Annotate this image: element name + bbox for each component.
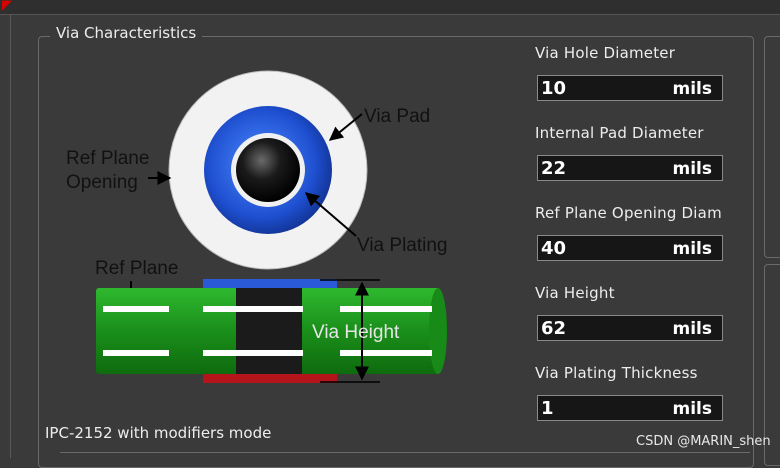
field-unit: mils [672, 239, 713, 259]
via-hole-diameter-label: Via Hole Diameter [535, 44, 676, 62]
via-hole-circle [236, 138, 300, 202]
mode-text: IPC-2152 with modifiers mode [45, 424, 272, 442]
right-panel-top-edge [764, 36, 780, 258]
via-hole-diameter-field[interactable]: 10 mils [537, 75, 723, 101]
plane-line-bottom-left [103, 350, 169, 356]
field-value: 10 [541, 78, 567, 99]
field-value: 1 [541, 398, 554, 419]
via-height-field[interactable]: 62 mils [537, 315, 723, 341]
via-height-label: Via Height [312, 322, 400, 343]
field-unit: mils [672, 399, 713, 419]
via-plating-thickness-label: Via Plating Thickness [535, 364, 698, 382]
field-value: 22 [541, 158, 567, 179]
pcb-board-end [429, 288, 447, 374]
ref-plane-opening-diam-field[interactable]: 40 mils [537, 235, 723, 261]
via-pad-label: Via Pad [364, 106, 430, 127]
bottom-plane-red [203, 374, 337, 383]
internal-pad-diameter-field[interactable]: 22 mils [537, 155, 723, 181]
top-plane-blue [203, 279, 337, 288]
ref-plane-opening-label-1: Ref Plane [66, 148, 149, 169]
internal-pad-diameter-label: Internal Pad Diameter [535, 124, 704, 142]
plane-line-top-right [340, 306, 432, 312]
plane-line-top-mid [203, 306, 303, 312]
via-height-field-label: Via Height [535, 284, 615, 302]
via-plating-label: Via Plating [357, 235, 448, 256]
bottom-divider [60, 452, 750, 453]
ref-plane-opening-diam-label: Ref Plane Opening Diam [535, 204, 722, 222]
watermark-text: CSDN @MARIN_shen [636, 434, 771, 449]
field-value: 40 [541, 238, 567, 259]
via-diagram: Via Pad Ref Plane Opening Via Plating Re… [66, 70, 448, 383]
ref-plane-opening-label-2: Opening [66, 172, 138, 193]
plane-line-top-left [103, 306, 169, 312]
ref-plane-label: Ref Plane [95, 258, 178, 279]
plane-line-bottom-mid [203, 350, 303, 356]
field-unit: mils [672, 319, 713, 339]
field-unit: mils [672, 79, 713, 99]
field-unit: mils [672, 159, 713, 179]
via-plating-thickness-field[interactable]: 1 mils [537, 395, 723, 421]
plane-line-bottom-right [340, 350, 432, 356]
field-value: 62 [541, 318, 567, 339]
via-barrel [236, 288, 302, 374]
